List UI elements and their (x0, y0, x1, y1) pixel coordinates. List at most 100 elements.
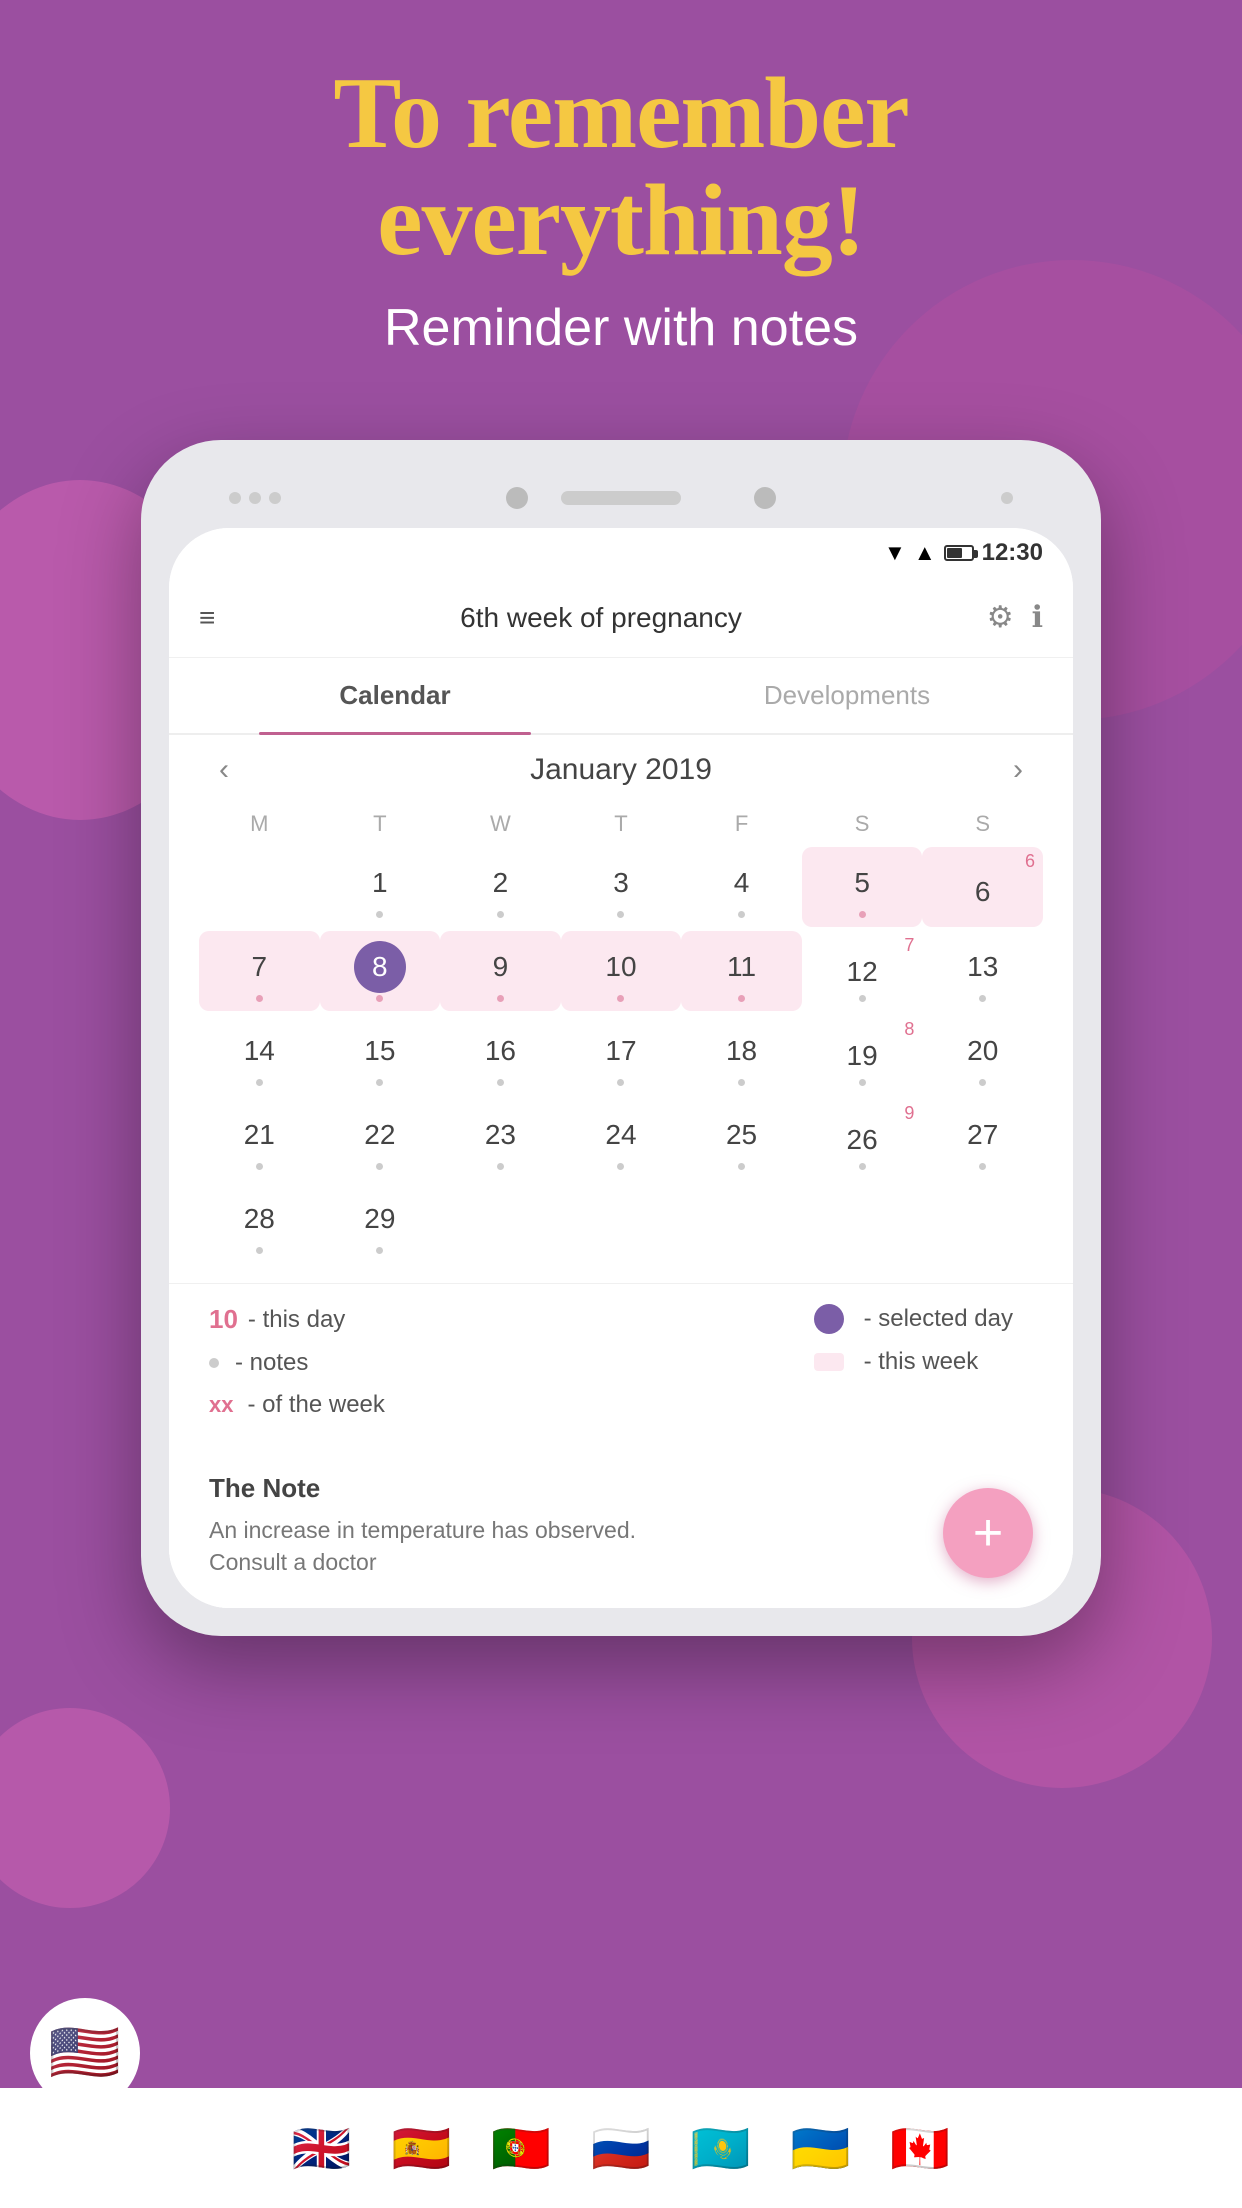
legend-right-col: - selected day - this week (814, 1304, 1033, 1433)
cal-cell-9[interactable]: 9 (440, 931, 561, 1011)
note-section: The Note An increase in temperature has … (169, 1453, 1073, 1608)
cal-cell-10[interactable]: 10 (561, 931, 682, 1011)
cal-cell-22[interactable]: 22 (320, 1099, 441, 1179)
cal-cell-6[interactable]: 6 6 (922, 847, 1043, 927)
phone-camera (506, 487, 528, 509)
flag-ru[interactable]: 🇷🇺 (591, 2120, 651, 2177)
cal-cell-5[interactable]: 5 (802, 847, 923, 927)
phone-dot (269, 492, 281, 504)
legend-left-col: 10 - this day - notes xx - of the week (209, 1304, 385, 1433)
cal-dot (617, 1079, 624, 1086)
cal-cell-26[interactable]: 9 26 (802, 1099, 923, 1179)
cal-cell-25[interactable]: 25 (681, 1099, 802, 1179)
cal-cell-3[interactable]: 3 (561, 847, 682, 927)
legend-day-number: 10 (209, 1304, 238, 1335)
cal-dot (617, 995, 624, 1002)
cal-cell-8[interactable]: 8 (320, 931, 441, 1011)
app-header: ≡ 6th week of pregnancy ⚙ ℹ (169, 578, 1073, 658)
cal-cell-16[interactable]: 16 (440, 1015, 561, 1095)
day-header-w: W (440, 805, 561, 843)
status-bar: ▼ ▲ 12:30 (169, 528, 1073, 578)
cal-cell-19[interactable]: 8 19 (802, 1015, 923, 1095)
cal-cell-7[interactable]: 7 (199, 931, 320, 1011)
week-number-6: 6 (1025, 851, 1035, 872)
cal-dot (256, 1247, 263, 1254)
cal-cell-1[interactable]: 1 (320, 847, 441, 927)
cal-dot (617, 911, 624, 918)
info-icon[interactable]: ℹ (1032, 600, 1043, 635)
phone-dot (249, 492, 261, 504)
flag-es[interactable]: 🇪🇸 (392, 2120, 452, 2177)
legend-dot-icon (209, 1358, 219, 1368)
main-title: To remember everything! (0, 60, 1242, 274)
add-button[interactable]: + (943, 1488, 1033, 1578)
battery-icon (944, 545, 974, 561)
us-flag-icon: 🇺🇸 (49, 2019, 121, 2087)
note-text: An increase in temperature has observed.… (209, 1514, 1033, 1578)
cal-dot (859, 1079, 866, 1086)
cal-cell-20[interactable]: 20 (922, 1015, 1043, 1095)
cal-dot (497, 1163, 504, 1170)
cal-cell-17[interactable]: 17 (561, 1015, 682, 1095)
legend-week: xx - of the week (209, 1391, 385, 1419)
tab-developments[interactable]: Developments (621, 658, 1073, 733)
flag-uk[interactable]: 🇬🇧 (292, 2120, 352, 2177)
cal-cell-2[interactable]: 2 (440, 847, 561, 927)
cal-cell-12[interactable]: 7 12 (802, 931, 923, 1011)
week-number-7: 7 (904, 935, 914, 956)
cal-dot (738, 1079, 745, 1086)
prev-month-button[interactable]: ‹ (219, 753, 229, 787)
cal-cell-29[interactable]: 29 (320, 1183, 441, 1263)
cal-cell-15[interactable]: 15 (320, 1015, 441, 1095)
legend-selected-day-label: - selected day (864, 1305, 1013, 1333)
day-header-t2: T (561, 805, 682, 843)
next-month-button[interactable]: › (1013, 753, 1023, 787)
note-title: The Note (209, 1473, 1033, 1504)
day-header-f: F (681, 805, 802, 843)
legend-notes-label: - notes (235, 1349, 308, 1377)
legend-xx-icon: xx (209, 1392, 233, 1418)
flag-pt[interactable]: 🇵🇹 (491, 2120, 551, 2177)
flag-ua[interactable]: 🇺🇦 (791, 2120, 851, 2177)
cal-dot (859, 1163, 866, 1170)
cal-cell-28[interactable]: 28 (199, 1183, 320, 1263)
settings-icon[interactable]: ⚙ (987, 600, 1014, 635)
cal-dot (979, 1079, 986, 1086)
flag-kz[interactable]: 🇰🇿 (691, 2120, 751, 2177)
cal-dot (979, 1163, 986, 1170)
calendar-nav: ‹ January 2019 › (189, 735, 1053, 805)
legend-this-week-label: - this week (864, 1348, 979, 1376)
cal-cell-11[interactable]: 11 (681, 931, 802, 1011)
phone-dots-right (1001, 492, 1013, 504)
legend-this-week: - this week (814, 1348, 1013, 1376)
cal-dot (617, 1163, 624, 1170)
phone-speaker (561, 491, 681, 505)
cal-cell-18[interactable]: 18 (681, 1015, 802, 1095)
cal-cell-13[interactable]: 13 (922, 931, 1043, 1011)
cal-dot (376, 1247, 383, 1254)
flag-ca[interactable]: 🇨🇦 (890, 2120, 950, 2177)
cal-cell-27[interactable]: 27 (922, 1099, 1043, 1179)
phone-dot (1001, 492, 1013, 504)
cal-cell-21[interactable]: 21 (199, 1099, 320, 1179)
cal-dot (256, 1079, 263, 1086)
phone-dot (229, 492, 241, 504)
cal-dot (859, 911, 866, 918)
day-header-s1: S (802, 805, 923, 843)
cal-dot (497, 911, 504, 918)
tab-calendar[interactable]: Calendar (169, 658, 621, 733)
cal-cell-14[interactable]: 14 (199, 1015, 320, 1095)
day-headers: M T W T F S S (189, 805, 1053, 843)
cal-cell-24[interactable]: 24 (561, 1099, 682, 1179)
cal-dot (256, 995, 263, 1002)
legend-selected-circle (814, 1304, 844, 1334)
cal-dot (376, 911, 383, 918)
legend-section: 10 - this day - notes xx - of the week (169, 1283, 1073, 1453)
menu-icon[interactable]: ≡ (199, 602, 215, 634)
calendar-grid: 0 1 2 3 (189, 847, 1053, 1263)
cal-cell-23[interactable]: 23 (440, 1099, 561, 1179)
flags-bar: 🇬🇧 🇪🇸 🇵🇹 🇷🇺 🇰🇿 🇺🇦 🇨🇦 (0, 2088, 1242, 2208)
week-number-8: 8 (904, 1019, 914, 1040)
cal-cell-4[interactable]: 4 (681, 847, 802, 927)
cal-dot (497, 1079, 504, 1086)
